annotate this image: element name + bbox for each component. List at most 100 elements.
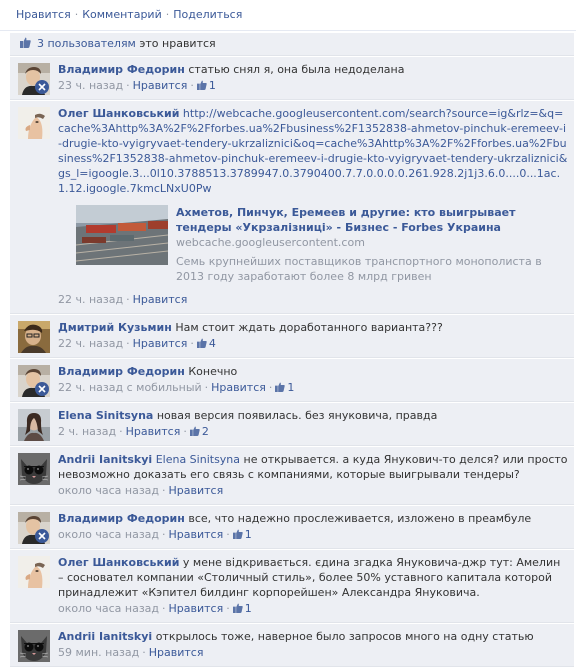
comment-body: Владимир Федорин все, что надежно просле… (58, 511, 568, 526)
comment-text: новая версия появилась. без януковича, п… (156, 409, 438, 422)
comment-author[interactable]: Олег Шанковський (58, 107, 179, 120)
comment-timestamp[interactable]: 22 ч. назад с мобильный (58, 381, 202, 394)
comment-timestamp[interactable]: 22 ч. назад (58, 337, 123, 350)
like-count-value: 1 (244, 528, 252, 541)
link-preview-description: Семь крупнейших поставщиков транспортног… (176, 255, 542, 283)
likes-summary: 3 пользователям это нравится (10, 33, 574, 56)
comment-timestamp[interactable]: 2 ч. назад (58, 425, 116, 438)
likes-summary-text: это нравится (139, 37, 216, 50)
comment-like-button[interactable]: Нравится (169, 484, 224, 497)
comment-body: Владимир Федорин Конечно (58, 364, 568, 379)
comment-meta: около часа назад · Нравится · 1 (58, 601, 568, 617)
likers-link[interactable]: 3 пользователям (37, 37, 136, 50)
comment-meta: 22 ч. назад · Нравится (58, 292, 568, 308)
comment-mention[interactable]: Elena Sinitsyna (156, 453, 240, 466)
link-preview-title[interactable]: Ахметов, Пинчук, Еремеев и другие: кто в… (176, 205, 568, 235)
comment-like-count[interactable]: 4 (196, 337, 216, 350)
thumbs-up-icon (20, 34, 31, 48)
comment-timestamp[interactable]: 22 ч. назад (58, 293, 123, 306)
comment-meta: около часа назад · Нравится (58, 483, 568, 499)
comment-author[interactable]: Andrii Ianitskyi (58, 453, 152, 466)
comment-author[interactable]: Олег Шанковський (58, 556, 179, 569)
avatar[interactable] (18, 512, 50, 544)
comment-meta: 59 мин. назад · Нравится (58, 645, 568, 661)
separator-dot: · (268, 381, 273, 394)
comment-item: Владимир Федорин все, что надежно просле… (10, 505, 574, 549)
comment-like-button[interactable]: Нравится (133, 293, 188, 306)
avatar[interactable] (18, 409, 50, 441)
separator-dot: · (162, 602, 166, 615)
comment-like-count[interactable]: 2 (189, 425, 209, 438)
thumbs-up-icon (232, 602, 243, 613)
avatar[interactable] (18, 321, 50, 353)
comment-like-button[interactable]: Нравится (126, 425, 181, 438)
comment-timestamp[interactable]: 23 ч. назад (58, 79, 123, 92)
comment-item: Владимир Федорин статью снял я, она была… (10, 56, 574, 100)
comment-like-count[interactable]: 1 (232, 528, 252, 541)
comment-like-button[interactable]: Нравится (133, 337, 188, 350)
comment-item: Andrii Ianitskyi Elena Sinitsyna не откр… (10, 446, 574, 505)
comment-item: Andrii Ianitskyi открылось тоже, наверно… (10, 623, 574, 667)
comment-body: Олег Шанковський http://webcache.googleu… (58, 106, 568, 196)
comment-item: Олег Шанковський у мене відкривається. є… (10, 549, 574, 623)
comment-list: Владимир Федорин статью снял я, она была… (0, 56, 576, 667)
separator-dot: · (126, 293, 130, 306)
comment-like-button[interactable]: Нравится (169, 528, 224, 541)
comment-item: Дмитрий Кузьмин Нам стоит ждать доработа… (10, 314, 574, 358)
comment-like-button[interactable]: Нравится (149, 646, 204, 659)
comment-meta: 22 ч. назад с мобильный · Нравится · 1 (58, 380, 568, 396)
avatar[interactable] (18, 630, 50, 662)
comment-author[interactable]: Владимир Федорин (58, 365, 185, 378)
comment-button[interactable]: Комментарий (82, 8, 162, 21)
comment-text: Нам стоит ждать доработанного варианта??… (175, 321, 443, 334)
avatar[interactable] (18, 556, 50, 588)
comment-timestamp[interactable]: около часа назад (58, 602, 159, 615)
comment-author[interactable]: Дмитрий Кузьмин (58, 321, 172, 334)
comment-like-count[interactable]: 1 (232, 602, 252, 615)
separator-dot: · (74, 8, 79, 21)
comment-author[interactable]: Andrii Ianitskyi (58, 630, 152, 643)
comment-text: открылось тоже, наверное было запросов м… (155, 630, 534, 643)
thumbs-up-icon (275, 381, 286, 392)
comment-body: Дмитрий Кузьмин Нам стоит ждать доработа… (58, 320, 568, 335)
comment-author[interactable]: Владимир Федорин (58, 512, 185, 525)
separator-dot: · (162, 484, 166, 497)
link-preview[interactable]: Ахметов, Пинчук, Еремеев и другие: кто в… (75, 205, 568, 284)
like-button[interactable]: Нравится (16, 8, 71, 21)
separator-dot: · (119, 425, 123, 438)
like-count-value: 1 (244, 602, 252, 615)
comment-like-count[interactable]: 1 (275, 381, 294, 394)
comment-meta: около часа назад · Нравится · 1 (58, 527, 568, 543)
comment-author[interactable]: Владимир Федорин (58, 63, 185, 76)
separator-dot: · (142, 646, 146, 659)
avatar[interactable] (18, 63, 50, 95)
separator-dot: · (126, 337, 130, 350)
comment-timestamp[interactable]: около часа назад (58, 484, 159, 497)
separator-dot: · (165, 8, 170, 21)
like-count-value: 1 (287, 381, 295, 394)
comment-body: Олег Шанковський у мене відкривається. є… (58, 555, 568, 600)
comment-body: Elena Sinitsyna новая версия появилась. … (58, 408, 568, 423)
comment-link[interactable]: http://webcache.googleusercontent.com/se… (58, 107, 567, 195)
link-preview-domain: webcache.googleusercontent.com (176, 236, 365, 249)
comment-like-button[interactable]: Нравится (169, 602, 224, 615)
comment-timestamp[interactable]: 59 мин. назад (58, 646, 139, 659)
comment-like-button[interactable]: Нравится (133, 79, 188, 92)
separator-dot: · (226, 602, 230, 615)
separator-dot: · (126, 79, 130, 92)
share-button[interactable]: Поделиться (173, 8, 242, 21)
comment-meta: 22 ч. назад · Нравится · 4 (58, 336, 568, 352)
avatar[interactable] (18, 453, 50, 485)
comment-like-count[interactable]: 1 (196, 79, 216, 92)
avatar[interactable] (18, 365, 50, 397)
comment-author[interactable]: Elena Sinitsyna (58, 409, 153, 422)
comment-like-button[interactable]: Нравится (211, 381, 266, 394)
separator-dot: · (190, 337, 194, 350)
comment-timestamp[interactable]: около часа назад (58, 528, 159, 541)
like-count-value: 2 (201, 425, 209, 438)
link-preview-image[interactable] (75, 205, 169, 265)
comment-body: Andrii Ianitskyi Elena Sinitsyna не откр… (58, 452, 568, 482)
thumbs-up-icon (232, 528, 243, 539)
comment-text: Конечно (188, 365, 238, 378)
avatar[interactable] (18, 107, 50, 139)
